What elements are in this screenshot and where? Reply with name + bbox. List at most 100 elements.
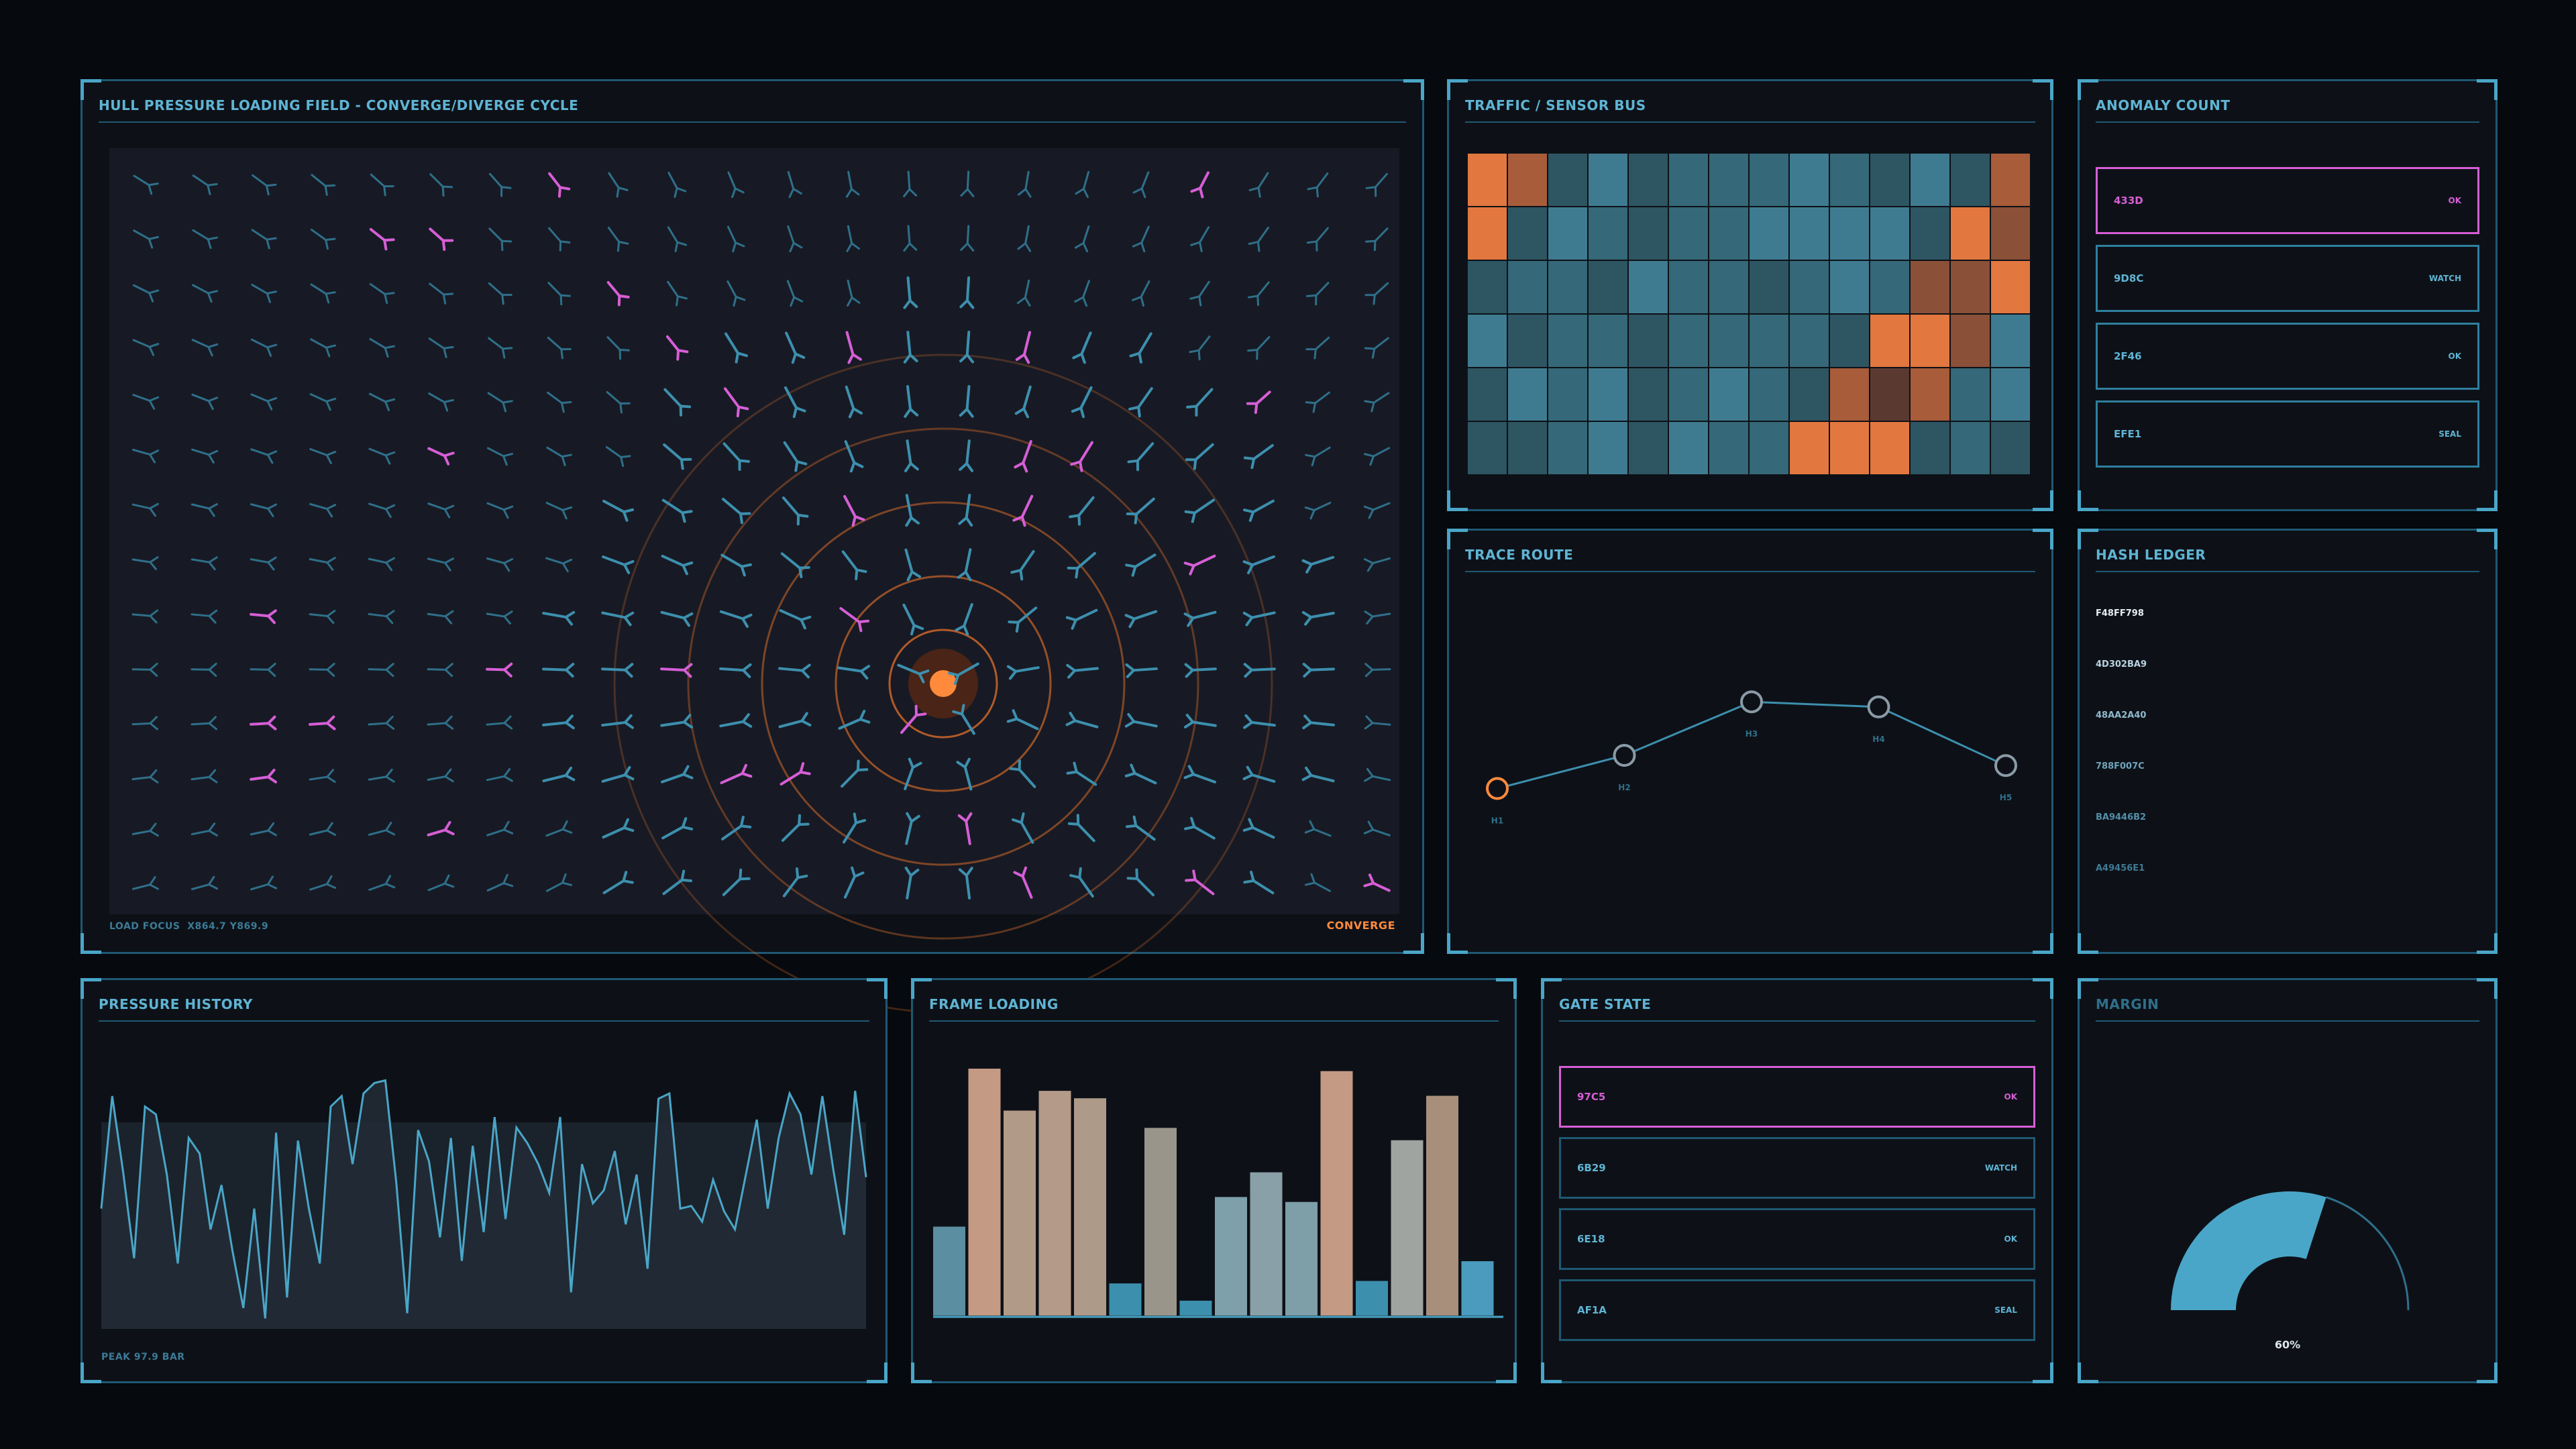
vector-shaft — [1132, 667, 1158, 672]
heatmap-cell — [1508, 261, 1547, 313]
heatmap-cell — [1951, 422, 1990, 474]
heatmap-cell — [1669, 315, 1708, 367]
trace-hop-label: H2 — [1618, 783, 1630, 792]
traffic-heatmap[interactable] — [1468, 154, 2031, 476]
anomaly-id: 9D8C — [2114, 272, 2144, 284]
vector-field[interactable] — [109, 148, 1399, 1014]
title-rule — [2096, 571, 2479, 572]
gate-status: OK — [2004, 1092, 2018, 1102]
hash-entry[interactable]: 48AA2A40 — [2096, 710, 2146, 720]
panel-title: FRAME LOADING — [929, 996, 1059, 1012]
heatmap-cell — [1870, 368, 1909, 421]
hash-entry[interactable]: BA9446B2 — [2096, 812, 2146, 822]
heatmap-cell — [1991, 207, 2030, 260]
panel-corner — [2078, 933, 2098, 954]
heatmap-cell — [1709, 315, 1748, 367]
frame-bar — [1038, 1091, 1071, 1316]
heatmap-cell — [1790, 315, 1829, 367]
frame-bar — [1391, 1140, 1424, 1316]
vector-shaft — [965, 276, 971, 302]
panel-corner — [80, 933, 101, 954]
trace-node — [1613, 744, 1636, 767]
heatmap-cell — [1951, 207, 1990, 260]
vector-shaft — [907, 225, 911, 245]
heatmap-cell — [1830, 207, 1869, 260]
heatmap-cell — [1589, 315, 1627, 367]
frame-bar — [1285, 1201, 1318, 1316]
gate-row[interactable]: AF1A SEAL — [1559, 1279, 2035, 1341]
anomaly-id: 2F46 — [2114, 350, 2142, 362]
margin-value: 60% — [2274, 1338, 2301, 1351]
gate-state-panel: GATE STATE 97C5 OK 6B29 WATCH 6E18 OK AF1A S… — [1541, 978, 2053, 1383]
heatmap-cell — [1629, 207, 1668, 260]
panel-corner — [867, 1362, 888, 1383]
trace-hop-label: H1 — [1491, 816, 1503, 825]
hash-entry[interactable]: A49456E1 — [2096, 863, 2145, 873]
panel-corner — [2033, 79, 2053, 100]
vector-shaft — [309, 722, 329, 726]
frame-bar — [968, 1069, 1001, 1316]
trace-node — [1740, 690, 1763, 714]
frame-bar — [1074, 1098, 1106, 1316]
heatmap-cell — [1548, 368, 1587, 421]
anomaly-id: 433D — [2114, 195, 2143, 207]
anomaly-row[interactable]: 433D OK — [2096, 167, 2479, 234]
panel-corner — [2477, 490, 2498, 511]
heatmap-cell — [1709, 154, 1748, 206]
heatmap-cell — [1790, 368, 1829, 421]
heatmap-cell — [1669, 368, 1708, 421]
heatmap-cell — [1508, 422, 1547, 474]
hash-entry[interactable]: F48FF798 — [2096, 608, 2144, 619]
panel-corner — [1496, 978, 1517, 999]
vector-shaft — [368, 722, 388, 726]
heatmap-cell — [1709, 261, 1748, 313]
field-background — [109, 148, 1399, 914]
pressure-history-panel: PRESSURE HISTORY PEAK 97.9 BAR — [80, 978, 888, 1383]
heatmap-cell — [1870, 154, 1909, 206]
heatmap-cell — [1790, 261, 1829, 313]
heatmap-cell — [1589, 261, 1627, 313]
heatmap-cell — [1508, 154, 1547, 206]
gauge-fill — [2171, 1191, 2326, 1310]
frame-bar — [933, 1226, 965, 1316]
gate-row[interactable]: 97C5 OK — [1559, 1066, 2035, 1128]
panel-title: HULL PRESSURE LOADING FIELD - CONVERGE/D… — [99, 97, 579, 113]
frame-bar — [1356, 1281, 1388, 1316]
heatmap-cell — [1468, 422, 1507, 474]
trace-route-chart[interactable]: H1 H2 H3 H4 H5 — [1449, 531, 2055, 956]
trace-node — [1994, 754, 2017, 777]
heatmap-cell — [1629, 368, 1668, 421]
heatmap-cell — [1870, 261, 1909, 313]
gate-id: AF1A — [1577, 1304, 1607, 1316]
heatmap-cell — [1709, 422, 1748, 474]
vector-shaft — [486, 667, 506, 672]
panel-corner — [1447, 490, 1468, 511]
gate-row[interactable]: 6E18 OK — [1559, 1208, 2035, 1270]
hash-entry[interactable]: 4D302BA9 — [2096, 659, 2147, 669]
heatmap-cell — [1468, 154, 1507, 206]
pressure-history-chart[interactable] — [100, 1061, 867, 1329]
panel-title: PRESSURE HISTORY — [99, 996, 253, 1012]
heatmap-cell — [1750, 261, 1788, 313]
panel-corner — [1496, 1362, 1517, 1383]
gate-row[interactable]: 6B29 WATCH — [1559, 1137, 2035, 1199]
frame-loading-chart[interactable] — [933, 1061, 1503, 1318]
title-rule — [99, 1020, 869, 1022]
heatmap-cell — [1870, 315, 1909, 367]
hash-entry[interactable]: 788F007C — [2096, 761, 2145, 771]
heatmap-cell — [1629, 261, 1668, 313]
trace-hop-label: H4 — [1872, 735, 1884, 744]
heatmap-cell — [1911, 422, 1949, 474]
anomaly-row[interactable]: EFE1 SEAL — [2096, 400, 2479, 468]
heatmap-cell — [1669, 154, 1708, 206]
panel-corner — [2477, 529, 2498, 549]
anomaly-row[interactable]: 2F46 OK — [2096, 323, 2479, 390]
gate-id: 97C5 — [1577, 1091, 1606, 1103]
panel-corner — [2477, 79, 2498, 100]
trace-hop-label: H5 — [2000, 793, 2012, 802]
margin-gauge[interactable] — [2080, 980, 2500, 1385]
traffic-panel: TRAFFIC / SENSOR BUS — [1447, 79, 2053, 511]
vector-shaft — [368, 668, 388, 671]
heatmap-cell — [1669, 422, 1708, 474]
anomaly-row[interactable]: 9D8C WATCH — [2096, 245, 2479, 312]
